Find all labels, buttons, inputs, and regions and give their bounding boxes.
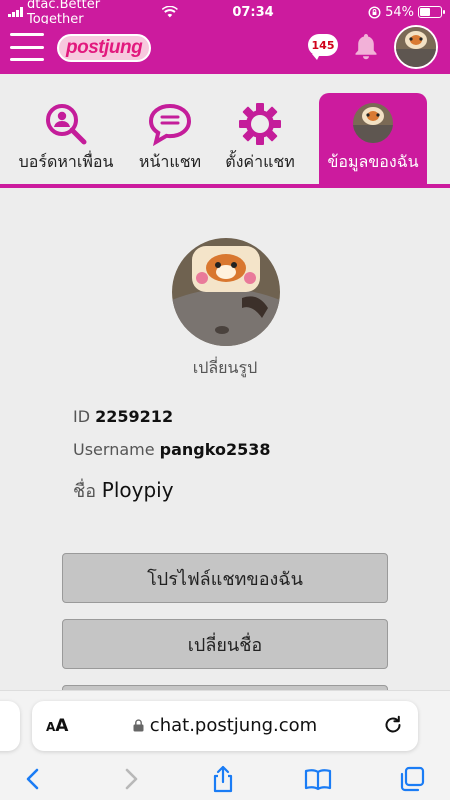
clock: 07:34 xyxy=(232,4,274,20)
my-chat-profile-button[interactable]: โปรไฟล์แชทของฉัน xyxy=(62,553,388,603)
user-id: ID 2259212 xyxy=(73,407,173,426)
share-icon[interactable] xyxy=(209,765,237,793)
user-avatar[interactable] xyxy=(394,25,438,69)
gear-icon xyxy=(239,103,281,145)
url-text: chat.postjung.com xyxy=(32,715,418,736)
tab-label: ตั้งค่าแชท xyxy=(225,152,295,171)
address-bar[interactable]: AAAA chat.postjung.com xyxy=(32,701,418,751)
tab-label: บอร์ดหาเพื่อน xyxy=(18,152,114,171)
tab-avatar xyxy=(353,103,393,143)
tabs-icon[interactable] xyxy=(398,765,426,793)
back-icon[interactable] xyxy=(20,765,48,793)
tab-label: หน้าแชท xyxy=(138,152,202,171)
tab-my-info[interactable]: ข้อมูลของฉัน xyxy=(319,93,427,186)
name-value: Ploypiy xyxy=(101,478,174,502)
profile-photo[interactable] xyxy=(172,238,280,346)
signal-icon xyxy=(8,7,23,17)
tab-underline xyxy=(0,184,450,188)
app-header: postjung 145 xyxy=(0,24,450,74)
browser-nav-bar xyxy=(0,761,450,800)
tab-chat-settings[interactable]: ตั้งค่าแชท xyxy=(218,74,302,184)
tab-label: ข้อมูลของฉัน xyxy=(327,152,419,171)
username-label: Username xyxy=(73,440,155,459)
forward-icon[interactable] xyxy=(116,765,144,793)
browser-toolbar: AAAA chat.postjung.com xyxy=(0,690,450,800)
display-name: ชื่อ Ploypiy xyxy=(73,476,174,505)
id-value: 2259212 xyxy=(95,407,174,426)
postjung-logo[interactable]: postjung xyxy=(57,34,152,62)
battery-percent: 54% xyxy=(385,4,414,20)
orientation-lock-icon xyxy=(368,5,381,19)
lock-icon xyxy=(133,719,144,732)
bookmarks-icon[interactable] xyxy=(304,765,332,793)
change-name-button[interactable]: เปลี่ยนชื่อ xyxy=(62,619,388,669)
name-label: ชื่อ xyxy=(73,481,97,502)
username: Username pangko2538 xyxy=(73,440,270,459)
chat-bubble-icon xyxy=(148,103,192,146)
menu-icon[interactable] xyxy=(10,33,44,61)
battery-icon xyxy=(418,6,445,18)
chat-notification-badge[interactable]: 145 xyxy=(308,34,338,60)
reload-icon[interactable] xyxy=(382,714,404,736)
status-bar: dtac.Better Together 07:34 54% xyxy=(0,0,450,27)
previous-tab-card[interactable] xyxy=(0,701,20,751)
search-user-icon xyxy=(46,104,87,145)
tab-bar: บอร์ดหาเพื่อน หน้าแชท ตั้งค่าแชท ข้อมูลข… xyxy=(0,74,450,188)
tab-find-friends[interactable]: บอร์ดหาเพื่อน xyxy=(10,74,122,184)
id-label: ID xyxy=(73,407,91,426)
username-value: pangko2538 xyxy=(159,440,271,459)
bell-icon[interactable] xyxy=(353,32,379,60)
tab-chat[interactable]: หน้าแชท xyxy=(132,74,208,184)
change-photo-link[interactable]: เปลี่ยนรูป xyxy=(0,356,450,381)
